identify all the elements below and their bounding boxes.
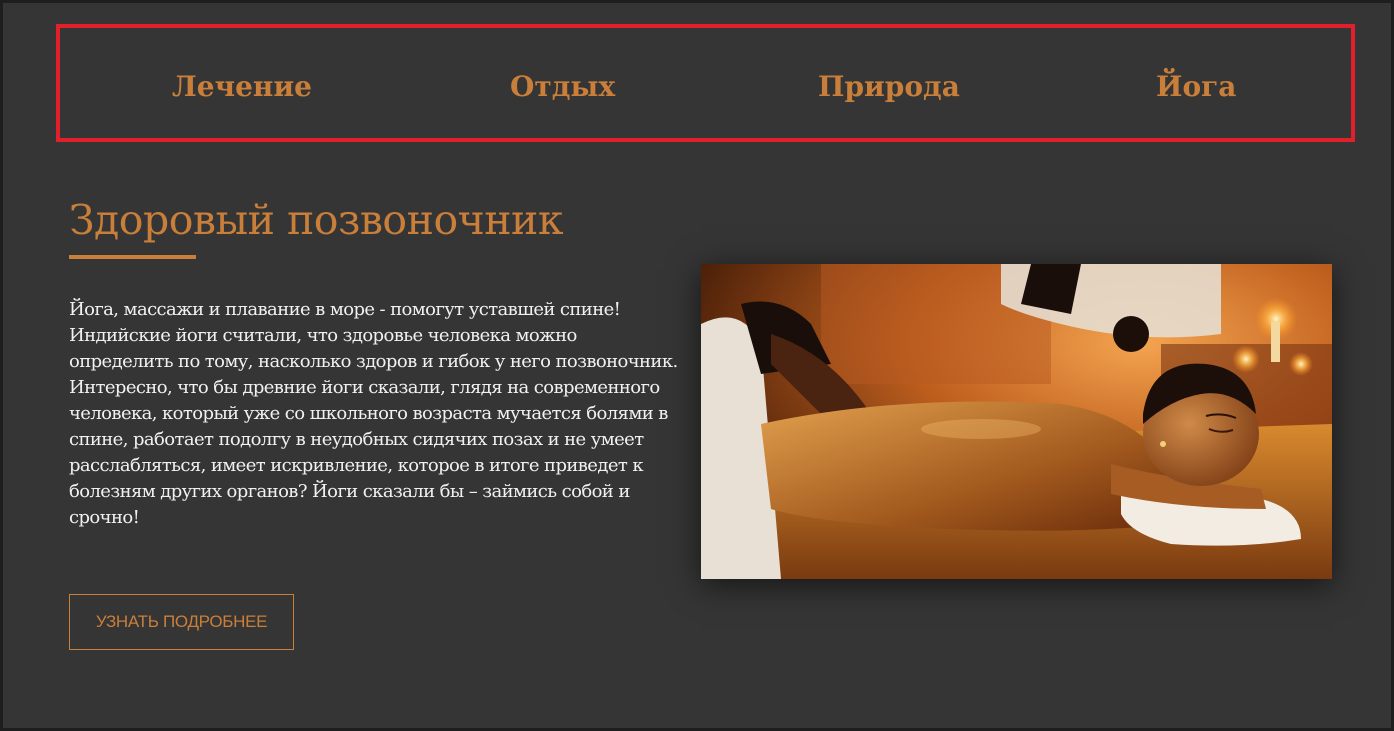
massage-photo <box>701 264 1332 579</box>
main-nav: Лечение Отдых Природа Йога <box>56 24 1355 142</box>
nav-item-yoga[interactable]: Йога <box>1156 70 1236 103</box>
title-underline <box>69 255 196 259</box>
section-title: Здоровый позвоночник <box>69 196 564 244</box>
section-body: Йога, массажи и плавание в море - помогу… <box>69 297 679 531</box>
learn-more-button[interactable]: УЗНАТЬ ПОДРОБНЕЕ <box>69 594 294 650</box>
nav-item-nature[interactable]: Природа <box>818 70 960 103</box>
nav-item-rest[interactable]: Отдых <box>510 70 615 103</box>
nav-item-treatment[interactable]: Лечение <box>172 70 312 103</box>
body-paragraph: Интересно, что бы древние йоги сказали, … <box>69 377 668 528</box>
body-paragraph: Йога, массажи и плавание в море - помогу… <box>69 299 678 372</box>
page-frame: Лечение Отдых Природа Йога Здоровый позв… <box>0 0 1394 731</box>
